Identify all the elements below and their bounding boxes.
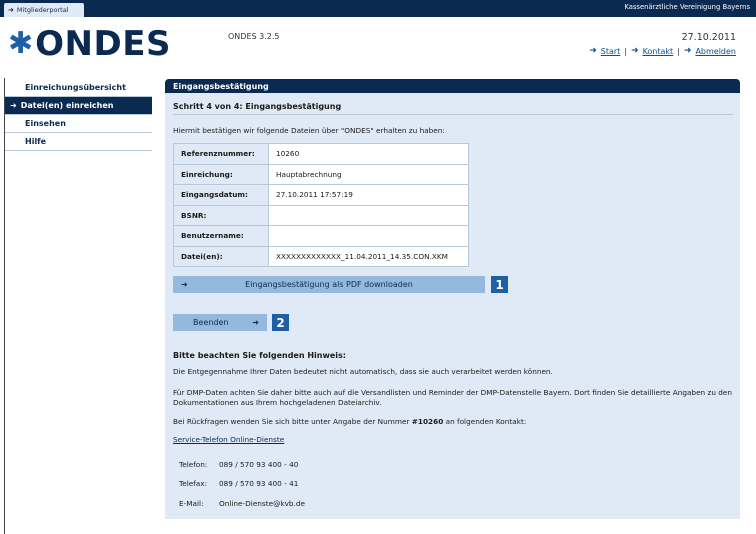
sidebar: Einreichungsübersicht ➜ Datei(en) einrei… bbox=[5, 79, 152, 151]
finish-label: Beenden bbox=[193, 318, 229, 327]
service-phone-link[interactable]: Service-Telefon Online-Dienste bbox=[173, 435, 284, 444]
sidebar-item-label: Datei(en) einreichen bbox=[20, 101, 114, 110]
notice-text-part: an folgenden Kontakt: bbox=[443, 417, 527, 426]
callout-badge-2: 2 bbox=[272, 314, 289, 331]
row-label: BSNR: bbox=[173, 204, 269, 226]
link-separator: | bbox=[624, 46, 628, 56]
notice-text: Die Entgegennahme Ihrer Daten bedeutet n… bbox=[173, 367, 553, 376]
row-label: Einreichung: bbox=[173, 163, 269, 185]
reference-number: #10260 bbox=[411, 417, 444, 426]
row-value: 27.10.2011 17:57:19 bbox=[268, 184, 469, 206]
download-pdf-label: Eingangsbestätigung als PDF downloaden bbox=[245, 280, 413, 289]
organization-name: Kassenärztliche Vereinigung Bayerns bbox=[624, 3, 750, 11]
row-value: XXXXXXXXXXXXX_11.04.2011_14.35.CON.XKM bbox=[268, 245, 469, 267]
contact-value: 089 / 570 93 400 - 41 bbox=[219, 479, 299, 488]
contact-fax: Telefax: 089 / 570 93 400 - 41 bbox=[179, 479, 298, 488]
logo-text: ONDES bbox=[35, 24, 171, 64]
arrow-right-icon: ➜ bbox=[683, 46, 692, 56]
panel-title: Eingangsbestätigung bbox=[165, 79, 740, 93]
sidebar-item-label: Einreichungsübersicht bbox=[25, 83, 126, 92]
notice-text: Bei Rückfragen wenden Sie sich bitte unt… bbox=[173, 417, 733, 427]
contact-value[interactable]: Online-Dienste@kvb.de bbox=[219, 499, 305, 508]
portal-tab[interactable]: ➜ Mitgliederportal bbox=[4, 3, 84, 17]
notice-heading: Bitte beachten Sie folgenden Hinweis: bbox=[173, 351, 346, 360]
contact-value: 089 / 570 93 400 - 40 bbox=[219, 460, 299, 469]
sidebar-item-submissions-overview[interactable]: Einreichungsübersicht bbox=[5, 79, 152, 97]
table-row: Referenznummer: 10260 bbox=[173, 143, 469, 165]
start-link[interactable]: Start bbox=[601, 47, 621, 56]
app-version: ONDES 3.2.5 bbox=[228, 32, 280, 41]
row-label: Referenznummer: bbox=[173, 143, 269, 165]
finish-button[interactable]: Beenden ➜ bbox=[173, 314, 267, 331]
contact-phone: Telefon: 089 / 570 93 400 - 40 bbox=[179, 460, 298, 469]
table-row: BSNR: bbox=[173, 204, 469, 226]
row-value bbox=[268, 204, 469, 226]
table-row: Benutzername: bbox=[173, 225, 469, 247]
arrow-right-icon: ➜ bbox=[252, 318, 259, 327]
current-date: 27.10.2011 bbox=[681, 32, 736, 43]
row-label: Eingangsdatum: bbox=[173, 184, 269, 206]
row-label: Datei(en): bbox=[173, 245, 269, 267]
confirmation-panel: Eingangsbestätigung Schritt 4 von 4: Ein… bbox=[165, 79, 740, 519]
table-row: Einreichung: Hauptabrechnung bbox=[173, 163, 469, 185]
row-label: Benutzername: bbox=[173, 225, 269, 247]
arrow-right-icon: ➜ bbox=[8, 6, 14, 14]
contact-link[interactable]: Kontakt bbox=[643, 47, 674, 56]
contact-label: Telefon: bbox=[179, 460, 208, 469]
divider bbox=[173, 114, 733, 115]
sidebar-item-view[interactable]: Einsehen bbox=[5, 115, 152, 133]
row-value: Hauptabrechnung bbox=[268, 163, 469, 185]
intro-text: Hiermit bestätigen wir folgende Dateien … bbox=[173, 126, 445, 135]
table-row: Eingangsdatum: 27.10.2011 17:57:19 bbox=[173, 184, 469, 206]
arrow-right-icon: ➜ bbox=[10, 101, 17, 110]
logout-link[interactable]: Abmelden bbox=[695, 47, 736, 56]
notice-text-part: Bei Rückfragen wenden Sie sich bitte unt… bbox=[173, 417, 412, 426]
header-links: ➜ Start | ➜ Kontakt | ➜ Abmelden bbox=[589, 46, 736, 56]
receipt-table: Referenznummer: 10260 Einreichung: Haupt… bbox=[173, 143, 469, 267]
arrow-right-icon: ➜ bbox=[631, 46, 639, 56]
arrow-right-icon: ➜ bbox=[589, 46, 597, 56]
top-bar: ➜ Mitgliederportal Kassenärztliche Verei… bbox=[0, 0, 756, 17]
row-value bbox=[268, 225, 469, 247]
star-logo-icon: ✱ bbox=[8, 26, 34, 61]
contact-label: Telefax: bbox=[179, 479, 208, 488]
sidebar-item-help[interactable]: Hilfe bbox=[5, 133, 152, 151]
sidebar-item-label: Einsehen bbox=[25, 119, 66, 128]
download-pdf-button[interactable]: ➜ Eingangsbestätigung als PDF downloaden bbox=[173, 276, 485, 293]
notice-text: Für DMP-Daten achten Sie daher bitte auc… bbox=[173, 388, 733, 407]
sidebar-item-label: Hilfe bbox=[25, 137, 47, 146]
step-indicator: Schritt 4 von 4: Eingangsbestätigung bbox=[173, 102, 342, 111]
table-row: Datei(en): XXXXXXXXXXXXX_11.04.2011_14.3… bbox=[173, 245, 469, 267]
contact-email: E-Mail: Online-Dienste@kvb.de bbox=[179, 499, 305, 508]
ondes-logo[interactable]: ✱ ONDES bbox=[8, 22, 171, 66]
portal-tab-label: Mitgliederportal bbox=[16, 6, 69, 14]
arrow-right-icon: ➜ bbox=[181, 280, 188, 289]
contact-label: E-Mail: bbox=[179, 499, 204, 508]
sidebar-item-submit-files[interactable]: ➜ Datei(en) einreichen bbox=[5, 97, 152, 115]
link-separator: | bbox=[677, 46, 680, 56]
callout-badge-1: 1 bbox=[491, 276, 508, 293]
row-value: 10260 bbox=[268, 143, 469, 165]
